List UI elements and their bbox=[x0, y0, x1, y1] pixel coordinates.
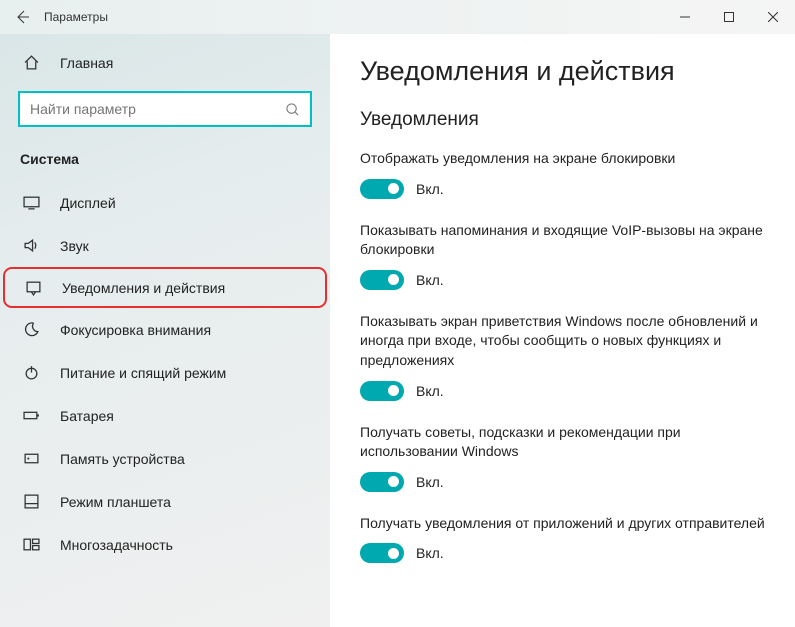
setting-label: Показывать напоминания и входящие VoIP-в… bbox=[360, 221, 765, 260]
sidebar-item-focus[interactable]: Фокусировка внимания bbox=[0, 308, 330, 351]
sidebar-item-multitask[interactable]: Многозадачность bbox=[0, 523, 330, 566]
setting-label: Получать советы, подсказки и рекомендаци… bbox=[360, 423, 765, 462]
nav-label: Многозадачность bbox=[60, 537, 173, 553]
setting-lockscreen-notifications: Отображать уведомления на экране блокиро… bbox=[360, 149, 765, 199]
minimize-button[interactable] bbox=[663, 0, 707, 34]
setting-label: Показывать экран приветствия Windows пос… bbox=[360, 312, 765, 371]
home-label: Главная bbox=[60, 55, 113, 71]
setting-app-notifications: Получать уведомления от приложений и дру… bbox=[360, 514, 765, 564]
section-heading: Уведомления bbox=[360, 109, 765, 131]
toggle-state: Вкл. bbox=[416, 383, 444, 399]
tablet-icon bbox=[20, 493, 42, 510]
close-button[interactable] bbox=[751, 0, 795, 34]
sidebar-item-tablet[interactable]: Режим планшета bbox=[0, 480, 330, 523]
toggle-switch[interactable] bbox=[360, 270, 404, 290]
notification-icon bbox=[22, 279, 44, 296]
toggle-switch[interactable] bbox=[360, 179, 404, 199]
moon-icon bbox=[20, 321, 42, 338]
toggle-switch[interactable] bbox=[360, 381, 404, 401]
toggle-switch[interactable] bbox=[360, 472, 404, 492]
nav-label: Звук bbox=[60, 238, 89, 254]
multitask-icon bbox=[20, 536, 42, 553]
toggle-state: Вкл. bbox=[416, 545, 444, 561]
sidebar-item-storage[interactable]: Память устройства bbox=[0, 437, 330, 480]
home-nav[interactable]: Главная bbox=[0, 44, 330, 81]
back-button[interactable] bbox=[0, 9, 44, 25]
home-icon bbox=[20, 54, 42, 71]
setting-label: Получать уведомления от приложений и дру… bbox=[360, 514, 765, 534]
nav-label: Дисплей bbox=[60, 195, 116, 211]
setting-voip-reminders: Показывать напоминания и входящие VoIP-в… bbox=[360, 221, 765, 290]
window-title: Параметры bbox=[44, 10, 663, 24]
sidebar-item-sound[interactable]: Звук bbox=[0, 224, 330, 267]
nav-label: Уведомления и действия bbox=[62, 280, 225, 296]
setting-tips: Получать советы, подсказки и рекомендаци… bbox=[360, 423, 765, 492]
toggle-state: Вкл. bbox=[416, 181, 444, 197]
setting-label: Отображать уведомления на экране блокиро… bbox=[360, 149, 765, 169]
toggle-switch[interactable] bbox=[360, 543, 404, 563]
search-icon bbox=[285, 102, 300, 117]
setting-welcome-experience: Показывать экран приветствия Windows пос… bbox=[360, 312, 765, 401]
sidebar-item-notifications[interactable]: Уведомления и действия bbox=[3, 267, 327, 308]
battery-icon bbox=[20, 407, 42, 424]
nav-label: Батарея bbox=[60, 408, 114, 424]
sidebar-item-display[interactable]: Дисплей bbox=[0, 181, 330, 224]
display-icon bbox=[20, 194, 42, 211]
page-title: Уведомления и действия bbox=[360, 56, 765, 87]
storage-icon bbox=[20, 450, 42, 467]
nav-label: Память устройства bbox=[60, 451, 185, 467]
content-pane: Уведомления и действия Уведомления Отобр… bbox=[330, 34, 795, 627]
search-field[interactable] bbox=[30, 101, 285, 117]
toggle-state: Вкл. bbox=[416, 474, 444, 490]
search-input[interactable] bbox=[18, 91, 312, 127]
toggle-state: Вкл. bbox=[416, 272, 444, 288]
sidebar: Главная Система Дисплей Звук Уведомления… bbox=[0, 34, 330, 627]
section-title: Система bbox=[0, 145, 330, 181]
power-icon bbox=[20, 364, 42, 381]
sidebar-item-battery[interactable]: Батарея bbox=[0, 394, 330, 437]
sound-icon bbox=[20, 237, 42, 254]
sidebar-item-power[interactable]: Питание и спящий режим bbox=[0, 351, 330, 394]
nav-label: Питание и спящий режим bbox=[60, 365, 226, 381]
titlebar: Параметры bbox=[0, 0, 795, 34]
maximize-button[interactable] bbox=[707, 0, 751, 34]
nav-label: Фокусировка внимания bbox=[60, 322, 211, 338]
nav-label: Режим планшета bbox=[60, 494, 171, 510]
